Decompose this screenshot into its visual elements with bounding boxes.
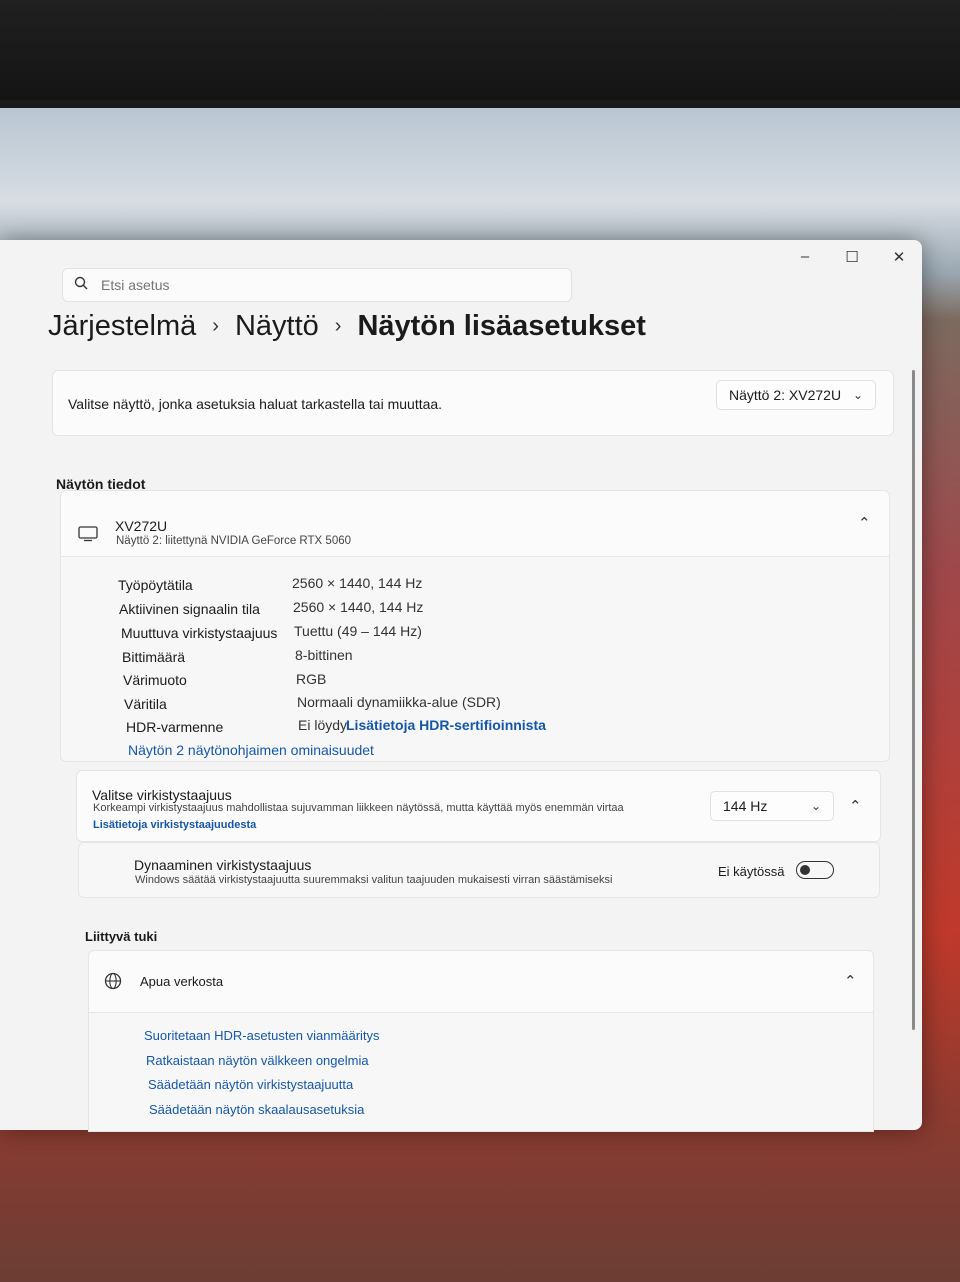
hdr-certification-link[interactable]: Lisätietoja HDR-sertifioinnista	[346, 717, 546, 733]
help-link[interactable]: Säädetään näytön virkistystaajuutta	[148, 1077, 353, 1092]
info-row-label: Värimuoto	[123, 672, 187, 688]
info-row-value: RGB	[296, 671, 327, 687]
chevron-down-icon: ⌄	[810, 799, 821, 813]
minimize-button[interactable]: –	[793, 248, 817, 265]
refresh-rate-value: 144 Hz	[723, 798, 768, 814]
dynamic-refresh-toggle[interactable]	[796, 861, 834, 879]
info-row-label: Väritila	[124, 696, 167, 712]
chevron-up-icon[interactable]: ⌃	[858, 514, 871, 532]
globe-icon	[104, 972, 122, 995]
chevron-down-icon: ⌄	[852, 388, 863, 402]
search-icon	[63, 276, 99, 295]
help-link[interactable]: Säädetään näytön skaalausasetuksia	[149, 1102, 364, 1117]
help-link[interactable]: Ratkaistaan näytön välkkeen ongelmia	[146, 1053, 369, 1068]
maximize-button[interactable]: ☐	[840, 248, 864, 266]
display-dropdown-value: Näyttö 2: XV272U	[729, 387, 842, 403]
info-row-label: HDR-varmenne	[126, 719, 224, 735]
help-link[interactable]: Suoritetaan HDR-asetusten vianmääritys	[144, 1028, 380, 1043]
section-title-related-support: Liittyvä tuki	[85, 929, 158, 944]
info-row-label: Aktiivinen signaalin tila	[119, 601, 260, 617]
dynamic-refresh-description: Windows säätää virkistystaajuutta suurem…	[135, 874, 613, 886]
info-row-value: Tuettu (49 – 144 Hz)	[294, 623, 422, 639]
adapter-properties-link[interactable]: Näytön 2 näytönohjaimen ominaisuudet	[128, 742, 374, 758]
breadcrumb: Järjestelmä › Näyttö › Näytön lisäasetuk…	[48, 310, 646, 343]
display-select-description: Valitse näyttö, jonka asetuksia haluat t…	[68, 396, 443, 412]
info-row-label: Työpöytätila	[118, 577, 193, 593]
help-title: Apua verkosta	[140, 974, 224, 989]
dynamic-refresh-title: Dynaaminen virkistystaajuus	[134, 857, 312, 873]
refresh-rate-dropdown[interactable]: 144 Hz ⌄	[710, 791, 834, 821]
refresh-rate-title: Valitse virkistystaajuus	[92, 787, 232, 803]
refresh-rate-description: Korkeampi virkistystaajuus mahdollistaa …	[93, 802, 624, 814]
monitor-name: XV272U	[115, 518, 168, 534]
chevron-up-icon[interactable]: ⌃	[844, 972, 857, 990]
info-row-value: 2560 × 1440, 144 Hz	[292, 575, 423, 591]
breadcrumb-display[interactable]: Näyttö	[235, 310, 319, 343]
breadcrumb-system[interactable]: Järjestelmä	[48, 310, 196, 343]
search-input[interactable]	[99, 276, 543, 294]
display-dropdown[interactable]: Näyttö 2: XV272U ⌄	[716, 380, 876, 410]
chevron-up-icon[interactable]: ⌃	[849, 797, 862, 815]
monitor-icon	[78, 526, 98, 547]
search-box[interactable]	[62, 268, 572, 302]
chevron-right-icon: ›	[334, 315, 342, 337]
info-row-value: 8-bittinen	[295, 647, 353, 663]
scrollbar[interactable]	[912, 370, 915, 1030]
monitor-bezel	[0, 0, 960, 100]
chevron-right-icon: ›	[212, 315, 219, 337]
info-row-value: 2560 × 1440, 144 Hz	[293, 599, 424, 615]
monitor-subtitle: Näyttö 2: liitettynä NVIDIA GeForce RTX …	[116, 535, 352, 547]
close-button[interactable]: ✕	[887, 248, 911, 266]
info-row-label: Muuttuva virkistystaajuus	[121, 625, 278, 641]
dynamic-refresh-state: Ei käytössä	[718, 864, 785, 879]
refresh-rate-info-link[interactable]: Lisätietoja virkistystaajuudesta	[93, 819, 256, 831]
info-row-value: Ei löydy	[298, 717, 348, 733]
page-title: Näytön lisäasetukset	[357, 310, 646, 342]
info-row-label: Bittimäärä	[122, 649, 186, 665]
info-row-value: Normaali dynamiikka-alue (SDR)	[297, 694, 501, 710]
